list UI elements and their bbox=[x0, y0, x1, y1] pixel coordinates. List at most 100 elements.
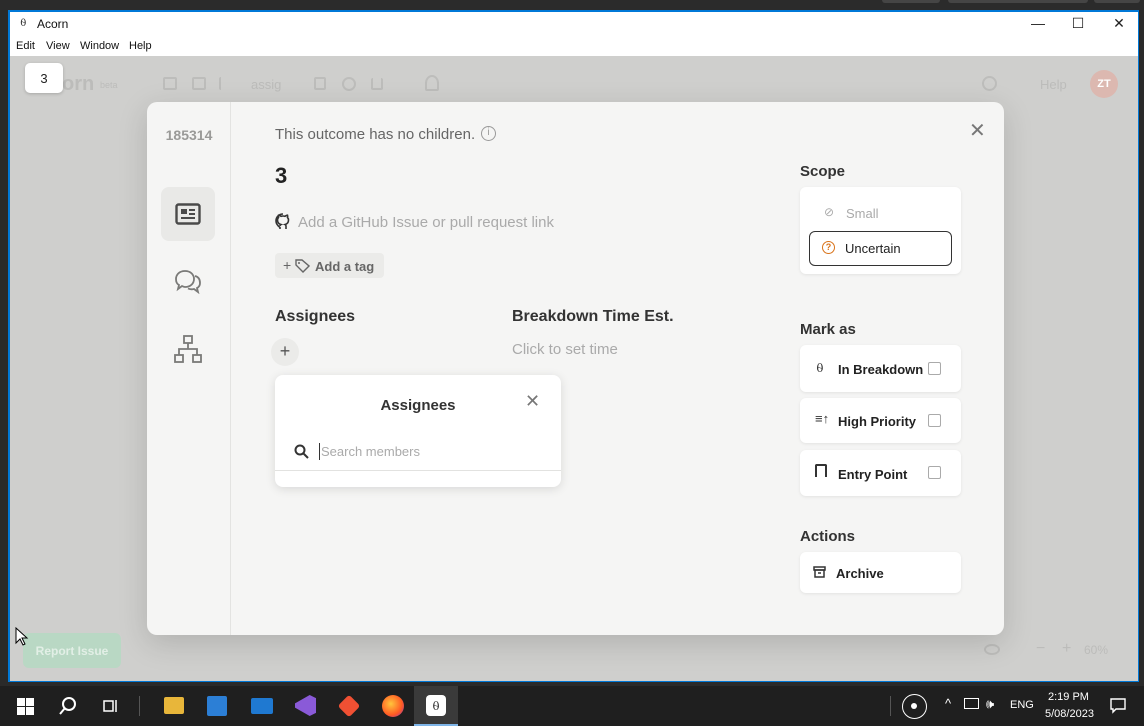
volume-icon[interactable]: 🕪 bbox=[986, 696, 994, 712]
archive-button[interactable]: Archive bbox=[800, 552, 961, 593]
outcome-tab-badge[interactable]: 3 bbox=[25, 63, 63, 93]
acorn-taskbar-button[interactable]: ⍬ bbox=[414, 686, 458, 726]
scope-heading: Scope bbox=[800, 163, 846, 180]
menu-window[interactable]: Window bbox=[80, 40, 119, 52]
outcome-title[interactable]: 3 bbox=[275, 163, 287, 189]
tag-icon bbox=[295, 259, 310, 273]
taskbar-divider bbox=[139, 696, 140, 716]
file-explorer-icon[interactable] bbox=[164, 697, 184, 714]
search-icon bbox=[294, 444, 309, 459]
menu-view[interactable]: View bbox=[46, 40, 70, 52]
user-icon[interactable] bbox=[425, 75, 439, 91]
language-indicator[interactable]: ENG bbox=[1010, 699, 1034, 711]
background-logo-sub: beta bbox=[100, 80, 118, 90]
avatar[interactable]: ZT bbox=[1090, 70, 1118, 98]
close-modal-button[interactable]: ✕ bbox=[969, 118, 986, 143]
add-assignee-button[interactable]: + bbox=[271, 338, 299, 366]
comments-tab[interactable] bbox=[161, 254, 215, 308]
scope-small-option[interactable]: ⊘ Small bbox=[810, 200, 952, 226]
eye-icon[interactable] bbox=[984, 644, 1000, 655]
background-search-text: assig bbox=[251, 77, 282, 92]
top-strip-tab bbox=[948, 0, 1088, 3]
scope-uncertain-option[interactable]: ? Uncertain bbox=[809, 231, 952, 266]
zoom-in-button[interactable]: + bbox=[1062, 640, 1071, 658]
in-breakdown-checkbox[interactable] bbox=[928, 362, 941, 375]
breakdown-icon: ⍬ bbox=[816, 360, 824, 375]
children-tab[interactable] bbox=[161, 322, 215, 376]
export-icon[interactable] bbox=[371, 78, 383, 90]
dropdown-title: Assignees bbox=[380, 397, 456, 414]
add-tag-button[interactable]: + Add a tag bbox=[275, 253, 384, 278]
clock-time[interactable]: 2:19 PM bbox=[1048, 691, 1089, 703]
close-dropdown-button[interactable]: ✕ bbox=[525, 391, 540, 412]
app-icon: ⍬ bbox=[20, 17, 27, 29]
leaf-icon: ⊘ bbox=[824, 205, 835, 219]
assignees-dropdown: Assignees ✕ Search members bbox=[275, 375, 561, 487]
in-breakdown-label: In Breakdown bbox=[838, 362, 924, 377]
firefox-icon[interactable] bbox=[382, 695, 404, 717]
map-icon[interactable] bbox=[163, 77, 177, 90]
maximize-button[interactable]: ☐ bbox=[1068, 15, 1088, 32]
outcome-id: 185314 bbox=[165, 127, 213, 143]
assignees-heading: Assignees bbox=[275, 308, 356, 325]
details-tab[interactable] bbox=[161, 187, 215, 241]
entry-point-checkbox[interactable] bbox=[928, 466, 941, 479]
zoom-level: 60% bbox=[1084, 643, 1109, 657]
search-taskbar-icon[interactable] bbox=[58, 696, 78, 716]
git-icon[interactable] bbox=[337, 694, 361, 718]
set-time-button[interactable]: Click to set time bbox=[512, 341, 618, 358]
scope-options: ⊘ Small ? Uncertain bbox=[800, 187, 961, 274]
close-window-button[interactable]: ✕ bbox=[1109, 15, 1129, 32]
zoom-out-button[interactable]: − bbox=[1036, 640, 1045, 658]
search-members-input[interactable]: Search members bbox=[321, 444, 420, 459]
top-strip-tab bbox=[1094, 0, 1140, 3]
show-hidden-icons[interactable]: ^ bbox=[945, 696, 951, 711]
help-link[interactable]: Help bbox=[1040, 77, 1067, 92]
details-icon bbox=[175, 203, 201, 225]
store-icon[interactable] bbox=[207, 696, 227, 716]
title-bar: ⍬ Acorn — ☐ ✕ bbox=[10, 12, 1138, 36]
entry-point-toggle[interactable]: Entry Point bbox=[800, 450, 961, 496]
text-cursor bbox=[319, 443, 320, 460]
top-strip-tab bbox=[882, 0, 940, 3]
question-icon: ? bbox=[822, 241, 835, 254]
task-view-icon[interactable] bbox=[103, 698, 119, 714]
cortana-icon[interactable] bbox=[902, 694, 927, 719]
menu-edit[interactable]: Edit bbox=[16, 40, 35, 52]
background-logo: orn bbox=[62, 73, 95, 95]
outcome-modal: 185314 This outcome has no children. i ✕… bbox=[147, 102, 1004, 635]
menu-bar: Edit View Window Help bbox=[10, 36, 1138, 56]
modal-left-column: 185314 bbox=[147, 102, 231, 635]
windows-start-button[interactable] bbox=[17, 698, 34, 715]
in-breakdown-toggle[interactable]: ⍬ In Breakdown bbox=[800, 345, 961, 392]
visual-studio-icon[interactable] bbox=[295, 695, 316, 716]
notifications-icon[interactable] bbox=[1110, 698, 1126, 714]
scope-small-label: Small bbox=[846, 206, 879, 221]
archive-label: Archive bbox=[836, 566, 884, 581]
taskbar: ⍬ ^ 🕪 ENG 2:19 PM 5/08/2023 bbox=[0, 686, 1144, 726]
no-children-text: This outcome has no children. bbox=[275, 126, 476, 143]
mark-as-heading: Mark as bbox=[800, 321, 856, 338]
info-icon[interactable]: i bbox=[481, 126, 496, 141]
high-priority-toggle[interactable]: ≡↑ High Priority bbox=[800, 398, 961, 443]
search-icon[interactable] bbox=[982, 76, 997, 91]
clock-date[interactable]: 5/08/2023 bbox=[1045, 708, 1094, 720]
archive-icon bbox=[813, 566, 826, 578]
window-title: Acorn bbox=[37, 17, 69, 31]
comments-icon bbox=[175, 270, 201, 294]
high-priority-checkbox[interactable] bbox=[928, 414, 941, 427]
settings-icon[interactable] bbox=[342, 77, 356, 91]
report-issue-button[interactable]: Report Issue bbox=[23, 633, 121, 668]
table-icon[interactable] bbox=[192, 77, 206, 90]
top-strip bbox=[0, 0, 1144, 10]
github-link-input[interactable]: Add a GitHub Issue or pull request link bbox=[298, 214, 554, 231]
cortana-dot bbox=[911, 703, 917, 709]
high-priority-label: High Priority bbox=[838, 414, 917, 429]
breakdown-heading: Breakdown Time Est. bbox=[512, 308, 674, 325]
priority-view-icon[interactable] bbox=[219, 77, 231, 90]
minimize-button[interactable]: — bbox=[1028, 15, 1048, 31]
members-icon[interactable] bbox=[314, 77, 326, 90]
menu-help[interactable]: Help bbox=[129, 40, 152, 52]
network-icon[interactable] bbox=[964, 698, 979, 709]
mail-icon[interactable] bbox=[251, 698, 273, 714]
